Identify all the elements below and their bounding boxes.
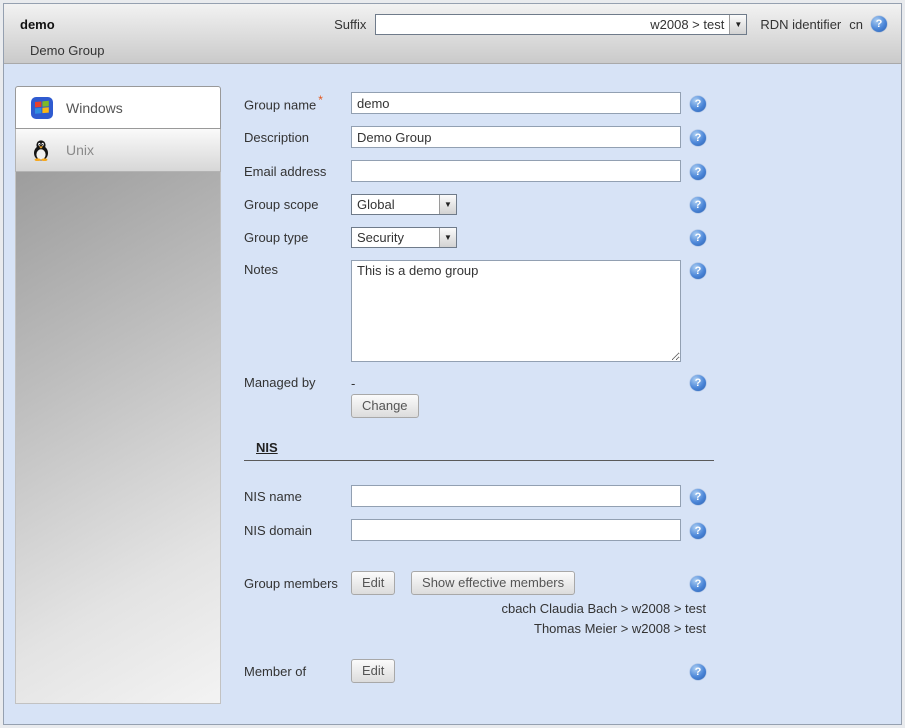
group-members-help-icon[interactable]: ? xyxy=(690,576,706,592)
managed-by-row: Managed by - ? xyxy=(244,374,714,391)
page-title: demo xyxy=(20,17,55,32)
window: demo Suffix w2008 > test ▼ RDN identifie… xyxy=(3,3,902,725)
group-type-row: Group type Security ▼ ? xyxy=(244,227,714,248)
group-type-help-icon[interactable]: ? xyxy=(690,230,706,246)
suffix-dropdown-button[interactable]: ▼ xyxy=(729,15,746,34)
notes-row: Notes This is a demo group ? xyxy=(244,260,714,362)
rdn-identifier-label: RDN identifier xyxy=(760,17,841,32)
group-members-label: Group members xyxy=(244,576,351,591)
group-name-label: Group name* xyxy=(244,93,351,112)
group-type-value: Security xyxy=(352,228,439,247)
managed-by-value: - xyxy=(351,374,681,391)
group-member-item: cbach Claudia Bach > w2008 > test xyxy=(244,599,706,619)
header: demo Suffix w2008 > test ▼ RDN identifie… xyxy=(4,4,901,64)
nis-name-label: NIS name xyxy=(244,489,351,504)
group-type-label: Group type xyxy=(244,230,351,245)
rdn-identifier-value: cn xyxy=(849,17,863,32)
member-of-row: Member of Edit ? xyxy=(244,659,714,683)
member-of-help-icon[interactable]: ? xyxy=(690,664,706,680)
description-input[interactable] xyxy=(351,126,681,148)
managed-by-label: Managed by xyxy=(244,375,351,390)
notes-help-icon[interactable]: ? xyxy=(690,263,706,279)
description-help-icon[interactable]: ? xyxy=(690,130,706,146)
group-members-edit-button[interactable]: Edit xyxy=(351,571,395,595)
nis-name-help-icon[interactable]: ? xyxy=(690,489,706,505)
windows-logo-icon xyxy=(31,97,53,119)
nis-domain-row: NIS domain ? xyxy=(244,519,714,541)
nis-domain-input[interactable] xyxy=(351,519,681,541)
group-name-input[interactable] xyxy=(351,92,681,114)
email-input[interactable] xyxy=(351,160,681,182)
nis-section-header: NIS xyxy=(244,440,714,461)
nis-domain-label: NIS domain xyxy=(244,523,351,538)
group-member-item: Thomas Meier > w2008 > test xyxy=(244,619,706,639)
email-row: Email address ? xyxy=(244,160,714,182)
tab-windows[interactable]: Windows xyxy=(15,86,221,129)
sidebar-panel xyxy=(15,172,221,704)
nis-section-title: NIS xyxy=(256,440,278,455)
notes-textarea[interactable]: This is a demo group xyxy=(351,260,681,362)
description-row: Description ? xyxy=(244,126,714,148)
group-name-help-icon[interactable]: ? xyxy=(690,96,706,112)
suffix-select[interactable]: w2008 > test ▼ xyxy=(375,14,747,35)
notes-label: Notes xyxy=(244,260,351,277)
show-effective-members-button[interactable]: Show effective members xyxy=(411,571,575,595)
suffix-label: Suffix xyxy=(334,17,366,32)
page-subtitle: Demo Group xyxy=(4,38,901,58)
rdn-help-icon[interactable]: ? xyxy=(871,16,887,32)
tux-penguin-icon xyxy=(31,139,53,161)
group-scope-label: Group scope xyxy=(244,197,351,212)
nis-name-row: NIS name ? xyxy=(244,485,714,507)
chevron-down-icon: ▼ xyxy=(734,20,742,29)
email-label: Email address xyxy=(244,164,351,179)
managed-by-help-icon[interactable]: ? xyxy=(690,375,706,391)
change-button[interactable]: Change xyxy=(351,394,419,418)
group-members-row: Group members Edit Show effective member… xyxy=(244,571,714,595)
sidebar: Windows Unix xyxy=(15,86,221,704)
required-asterisk: * xyxy=(318,93,323,107)
tab-windows-label: Windows xyxy=(66,100,123,116)
nis-domain-help-icon[interactable]: ? xyxy=(690,523,706,539)
group-scope-row: Group scope Global ▼ ? xyxy=(244,194,714,215)
group-scope-select[interactable]: Global ▼ xyxy=(351,194,457,215)
group-name-row: Group name* ? xyxy=(244,92,714,114)
group-members-list: cbach Claudia Bach > w2008 > test Thomas… xyxy=(244,599,706,639)
group-type-select[interactable]: Security ▼ xyxy=(351,227,457,248)
group-type-dropdown-button[interactable]: ▼ xyxy=(439,228,456,247)
description-label: Description xyxy=(244,130,351,145)
member-of-edit-button[interactable]: Edit xyxy=(351,659,395,683)
group-scope-value: Global xyxy=(352,195,439,214)
tab-unix[interactable]: Unix xyxy=(15,129,221,172)
chevron-down-icon: ▼ xyxy=(444,233,452,242)
group-scope-dropdown-button[interactable]: ▼ xyxy=(439,195,456,214)
chevron-down-icon: ▼ xyxy=(444,200,452,209)
nis-name-input[interactable] xyxy=(351,485,681,507)
tab-unix-label: Unix xyxy=(66,142,94,158)
suffix-select-value: w2008 > test xyxy=(376,15,729,34)
email-help-icon[interactable]: ? xyxy=(690,164,706,180)
main-form: Group name* ? Description ? Email addres… xyxy=(224,92,901,724)
group-scope-help-icon[interactable]: ? xyxy=(690,197,706,213)
member-of-label: Member of xyxy=(244,664,351,679)
